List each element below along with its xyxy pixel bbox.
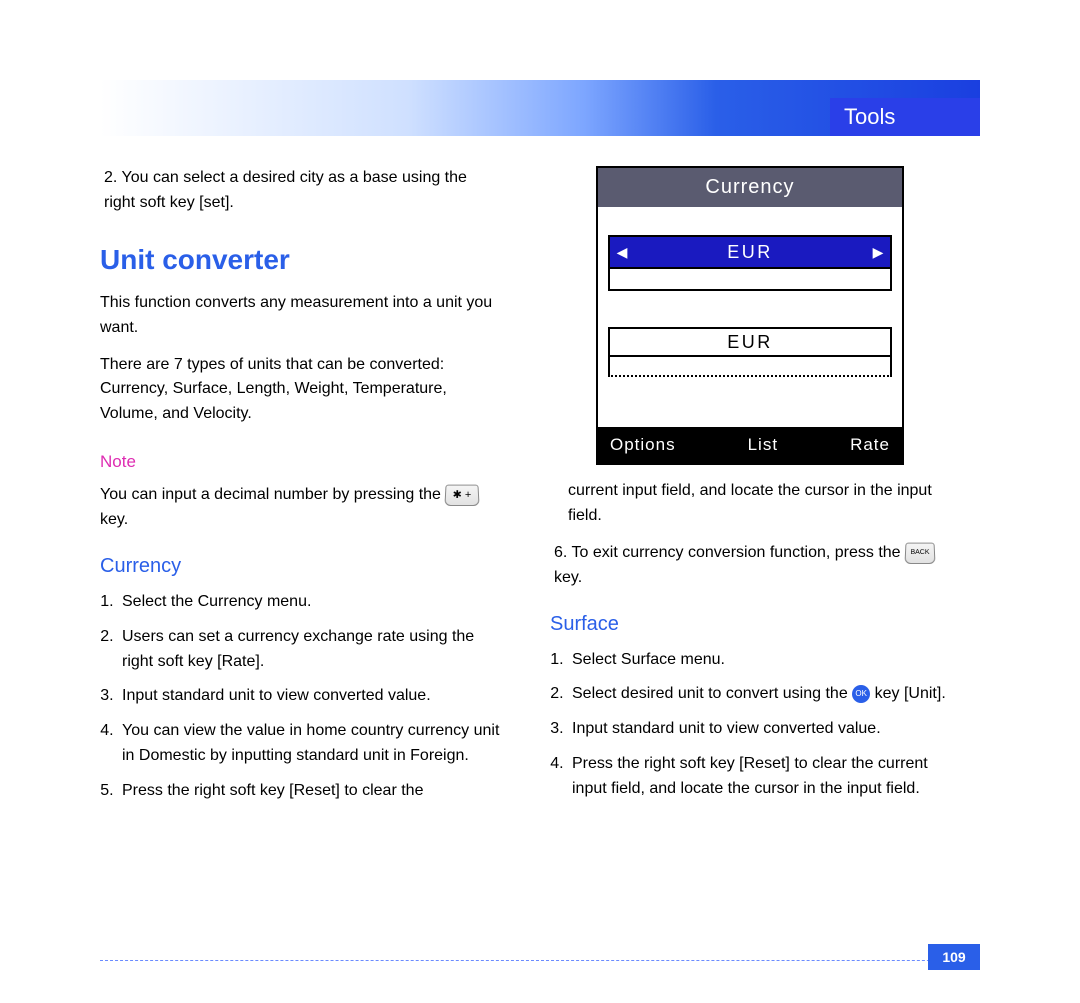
- step-item: Select desired unit to convert using the…: [568, 682, 950, 707]
- surface-step2-a: Select desired unit to convert using the: [572, 685, 852, 702]
- phone-screen-body: ◀ EUR ▶ EUR: [598, 207, 902, 427]
- phone-softkeys: Options List Rate: [598, 427, 902, 463]
- step-item: You can select a desired city as a base …: [100, 166, 500, 216]
- note-label: Note: [100, 449, 500, 475]
- content-columns: You can select a desired city as a base …: [100, 166, 980, 813]
- right-column: Currency ◀ EUR ▶ EUR Options List Rate: [550, 166, 950, 813]
- currency-selected-value: EUR: [634, 237, 866, 267]
- section-heading-unit-converter: Unit converter: [100, 238, 500, 281]
- step-item: Input standard unit to view converted va…: [118, 684, 500, 709]
- step5-continuation: current input field, and locate the curs…: [550, 479, 950, 529]
- currency-steps: Select the Currency menu. Users can set …: [118, 590, 500, 804]
- arrow-left-icon[interactable]: ◀: [610, 237, 634, 267]
- prev-section-continuation: You can select a desired city as a base …: [100, 166, 500, 216]
- left-column: You can select a desired city as a base …: [100, 166, 500, 813]
- softkey-left[interactable]: Options: [610, 432, 676, 458]
- phone-screenshot: Currency ◀ EUR ▶ EUR Options List Rate: [596, 166, 904, 465]
- currency-output-label: EUR: [608, 327, 892, 357]
- step-item: Select Surface menu.: [568, 648, 950, 673]
- currency-selector[interactable]: ◀ EUR ▶: [608, 235, 892, 269]
- step-item: Press the right soft key [Reset] to clea…: [568, 752, 950, 802]
- phone-screen-title: Currency: [598, 168, 902, 207]
- body-text: There are 7 types of units that can be c…: [100, 353, 500, 427]
- body-text: This function converts any measurement i…: [100, 291, 500, 341]
- page-number: 109: [928, 944, 980, 970]
- currency-steps-continued: To exit currency conversion function, pr…: [550, 541, 950, 591]
- step6-text-a: To exit currency conversion function, pr…: [572, 544, 906, 561]
- arrow-right-icon[interactable]: ▶: [866, 237, 890, 267]
- step6-text-b: key.: [554, 569, 582, 586]
- header-band: Tools: [100, 80, 980, 136]
- step-item: You can view the value in home country c…: [118, 719, 500, 769]
- currency-input-field[interactable]: [608, 269, 892, 291]
- star-key-icon: ✱ +: [445, 485, 480, 506]
- step-item: Press the right soft key [Reset] to clea…: [118, 779, 500, 804]
- subsection-heading-currency: Currency: [100, 551, 500, 582]
- header-title-tab: Tools: [830, 98, 980, 136]
- manual-page: Tools You can select a desired city as a…: [100, 80, 980, 813]
- header-title: Tools: [844, 104, 895, 129]
- footer-divider: [100, 960, 980, 961]
- step-item: To exit currency conversion function, pr…: [550, 541, 950, 591]
- step-item: Input standard unit to view converted va…: [568, 717, 950, 742]
- ok-key-icon: OK: [852, 685, 870, 703]
- step-item: Select the Currency menu.: [118, 590, 500, 615]
- subsection-heading-surface: Surface: [550, 609, 950, 640]
- softkey-middle[interactable]: List: [748, 432, 778, 458]
- step-item: Users can set a currency exchange rate u…: [118, 625, 500, 675]
- back-key-icon: BACK: [904, 542, 935, 563]
- softkey-right[interactable]: Rate: [850, 432, 890, 458]
- surface-step2-b: key [Unit].: [875, 685, 946, 702]
- note-text: You can input a decimal number by pressi…: [100, 483, 500, 533]
- currency-output-field: [608, 357, 892, 377]
- note-text-b: key.: [100, 511, 128, 528]
- surface-steps: Select Surface menu. Select desired unit…: [568, 648, 950, 802]
- note-text-a: You can input a decimal number by pressi…: [100, 486, 445, 503]
